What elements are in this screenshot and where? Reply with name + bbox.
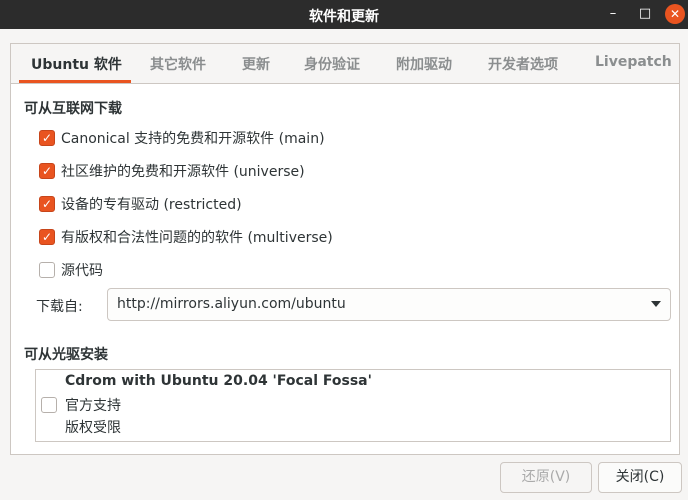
checkbox-unchecked-icon[interactable] <box>39 262 55 278</box>
notebook-panel: Ubuntu 软件 其它软件 更新 身份验证 附加驱动 开发者选项 Livepa… <box>10 43 680 455</box>
checkbox-multiverse-label: 有版权和合法性问题的的软件 (multiverse) <box>61 230 333 246</box>
tab-ubuntu-software[interactable]: Ubuntu 软件 <box>31 54 122 74</box>
tab-livepatch[interactable]: Livepatch <box>595 54 672 70</box>
checkbox-source-code-label: 源代码 <box>61 263 103 279</box>
tab-authentication[interactable]: 身份验证 <box>304 54 360 74</box>
checkbox-multiverse[interactable]: ✓ 有版权和合法性问题的的软件 (multiverse) <box>39 227 333 247</box>
chevron-down-icon <box>651 301 661 307</box>
cdrom-restricted-line: 版权受限 <box>65 420 121 436</box>
download-server-value: http://mirrors.aliyun.com/ubuntu <box>117 296 346 312</box>
maximize-icon[interactable]: □ <box>635 4 655 24</box>
checkbox-main[interactable]: ✓ Canonical 支持的免费和开源软件 (main) <box>39 128 325 148</box>
title-bar: 软件和更新 – □ ✕ <box>0 0 688 29</box>
internet-section-title: 可从互联网下载 <box>24 101 122 117</box>
checkbox-checked-icon[interactable]: ✓ <box>39 196 55 212</box>
minimize-icon[interactable]: – <box>603 4 623 24</box>
download-server-dropdown[interactable]: http://mirrors.aliyun.com/ubuntu <box>107 288 671 321</box>
close-icon[interactable]: ✕ <box>665 4 685 24</box>
download-from-label: 下载自: <box>36 299 83 315</box>
checkbox-universe-label: 社区维护的免费和开源软件 (universe) <box>61 164 305 180</box>
checkbox-source-code[interactable]: 源代码 <box>39 260 103 280</box>
checkbox-universe[interactable]: ✓ 社区维护的免费和开源软件 (universe) <box>39 161 305 181</box>
checkbox-checked-icon[interactable]: ✓ <box>39 130 55 146</box>
cdrom-support-line: 官方支持 <box>65 398 121 414</box>
checkbox-restricted[interactable]: ✓ 设备的专有驱动 (restricted) <box>39 194 242 214</box>
cdrom-section-title: 可从光驱安装 <box>24 347 108 363</box>
cdrom-checkbox[interactable] <box>41 397 57 413</box>
tab-updates[interactable]: 更新 <box>242 54 270 74</box>
cdrom-name: Cdrom with Ubuntu 20.04 'Focal Fossa' <box>65 373 372 389</box>
close-button[interactable]: 关闭(C) <box>598 462 682 493</box>
tab-additional-drivers[interactable]: 附加驱动 <box>396 54 452 74</box>
checkbox-checked-icon[interactable]: ✓ <box>39 163 55 179</box>
tab-developer-options[interactable]: 开发者选项 <box>488 54 558 74</box>
active-tab-indicator <box>19 80 131 83</box>
checkbox-checked-icon[interactable]: ✓ <box>39 229 55 245</box>
cdrom-list: Cdrom with Ubuntu 20.04 'Focal Fossa' 官方… <box>35 369 671 442</box>
revert-button[interactable]: 还原(V) <box>500 462 592 493</box>
checkbox-main-label: Canonical 支持的免费和开源软件 (main) <box>61 131 325 147</box>
window-title: 软件和更新 <box>309 9 379 25</box>
tab-other-software[interactable]: 其它软件 <box>150 54 206 74</box>
checkbox-restricted-label: 设备的专有驱动 (restricted) <box>61 197 242 213</box>
tab-bar: Ubuntu 软件 其它软件 更新 身份验证 附加驱动 开发者选项 Livepa… <box>11 44 679 84</box>
